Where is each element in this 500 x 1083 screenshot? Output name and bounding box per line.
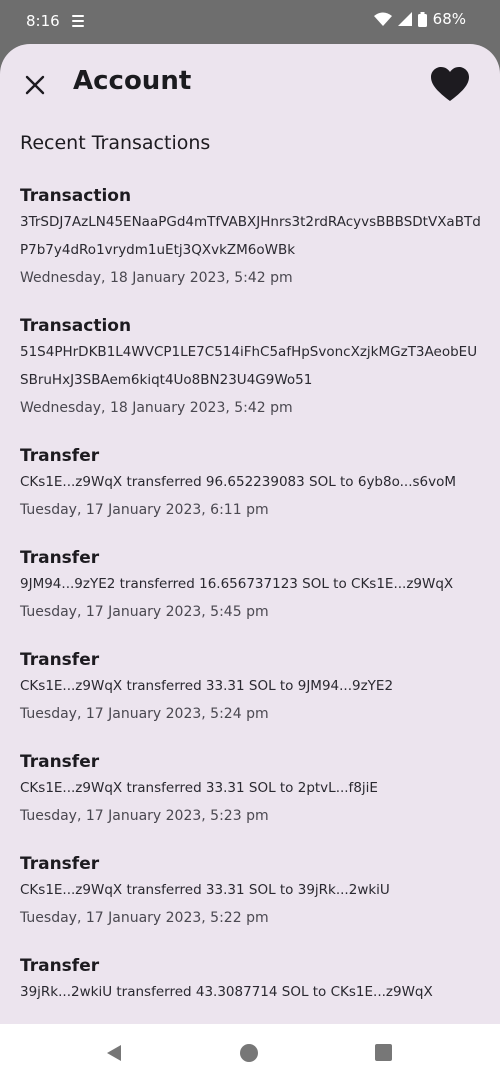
- home-icon[interactable]: [240, 1044, 258, 1062]
- account-sheet: Account Recent Transactions Transaction …: [0, 44, 500, 1024]
- item-date: Tuesday, 17 January 2023, 5:22 pm: [20, 910, 269, 926]
- list-item[interactable]: Transaction 3TrSDJ7AzLN45ENaaPGd4mTfVABX…: [20, 184, 482, 292]
- section-title: Recent Transactions: [20, 132, 211, 154]
- list-item[interactable]: Transfer 39jRk...2wkiU transferred 43.30…: [20, 954, 482, 1006]
- list-item[interactable]: Transfer CKs1E...z9WqX transferred 33.31…: [20, 852, 482, 932]
- status-bar: 8:16 68%: [0, 0, 500, 44]
- item-title: Transfer: [20, 548, 100, 568]
- item-title: Transaction: [20, 316, 132, 336]
- list-item[interactable]: Transfer 9JM94...9zYE2 transferred 16.65…: [20, 546, 482, 626]
- item-body: CKs1E...z9WqX transferred 33.31 SOL to 9…: [20, 678, 394, 694]
- cellular-icon: [397, 12, 412, 26]
- navigation-bar: [0, 1024, 500, 1083]
- item-title: Transfer: [20, 956, 100, 976]
- list-item[interactable]: Transfer CKs1E...z9WqX transferred 33.31…: [20, 750, 482, 830]
- wifi-icon: [373, 12, 392, 26]
- item-body: 9JM94...9zYE2 transferred 16.656737123 S…: [20, 576, 454, 592]
- notification-icon: [72, 15, 84, 27]
- item-title: Transfer: [20, 854, 100, 874]
- item-date: Tuesday, 17 January 2023, 5:45 pm: [20, 604, 269, 620]
- item-body: 3TrSDJ7AzLN45ENaaPGd4mTfVABXJHnrs3t2rdRA…: [20, 214, 481, 258]
- transaction-list: Transaction 3TrSDJ7AzLN45ENaaPGd4mTfVABX…: [20, 184, 482, 1024]
- status-right: 68%: [373, 10, 466, 28]
- item-body: 51S4PHrDKB1L4WVCP1LE7C514iFhC5afHpSvoncX…: [20, 344, 478, 388]
- item-date: Wednesday, 18 January 2023, 5:42 pm: [20, 270, 293, 286]
- battery-percent: 68%: [432, 10, 466, 28]
- item-title: Transfer: [20, 446, 100, 466]
- item-body: CKs1E...z9WqX transferred 33.31 SOL to 3…: [20, 882, 390, 898]
- item-title: Transaction: [20, 186, 132, 206]
- item-title: Transfer: [20, 752, 100, 772]
- item-body: CKs1E...z9WqX transferred 96.652239083 S…: [20, 474, 457, 490]
- recents-icon[interactable]: [375, 1044, 392, 1061]
- status-time: 8:16: [26, 12, 60, 30]
- back-icon[interactable]: [105, 1044, 123, 1062]
- item-date: Wednesday, 18 January 2023, 5:42 pm: [20, 400, 293, 416]
- battery-icon: [417, 11, 427, 27]
- item-title: Transfer: [20, 650, 100, 670]
- page-title: Account: [73, 66, 192, 96]
- item-body: 39jRk...2wkiU transferred 43.3087714 SOL…: [20, 984, 433, 1000]
- item-date: Tuesday, 17 January 2023, 5:23 pm: [20, 808, 269, 824]
- item-date: Tuesday, 17 January 2023, 6:11 pm: [20, 502, 269, 518]
- item-date: Tuesday, 17 January 2023, 5:24 pm: [20, 706, 269, 722]
- list-item[interactable]: Transaction 51S4PHrDKB1L4WVCP1LE7C514iFh…: [20, 314, 482, 422]
- list-item[interactable]: Transfer CKs1E...z9WqX transferred 33.31…: [20, 648, 482, 728]
- close-icon: [25, 75, 45, 95]
- close-button[interactable]: [20, 70, 50, 100]
- heart-icon: [431, 67, 469, 101]
- list-item[interactable]: Transfer CKs1E...z9WqX transferred 96.65…: [20, 444, 482, 524]
- item-body: CKs1E...z9WqX transferred 33.31 SOL to 2…: [20, 780, 378, 796]
- favorite-button[interactable]: [430, 66, 470, 102]
- header: Account: [0, 44, 500, 128]
